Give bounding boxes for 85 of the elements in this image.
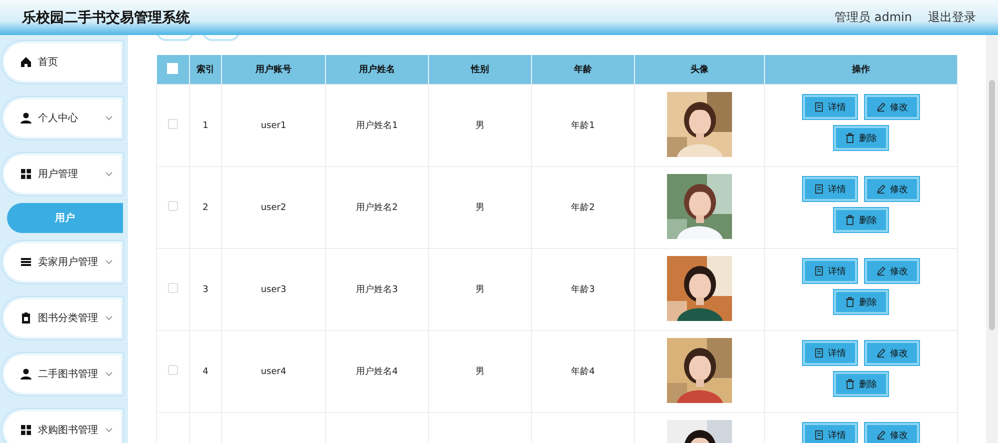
document-icon (814, 102, 824, 112)
menu-label: 图书分类管理 (38, 312, 99, 325)
name-cell: 用户姓名4 (356, 367, 398, 377)
edit-button[interactable]: 修改 (865, 177, 919, 201)
admin-label: 管理员 admin (834, 9, 912, 26)
pencil-icon (876, 430, 886, 440)
user-icon (20, 368, 32, 380)
menu-item[interactable]: 首页 (2, 41, 123, 83)
account-cell: user4 (260, 366, 286, 376)
trash-icon (845, 133, 855, 143)
name-cell: 用户姓名2 (356, 203, 398, 213)
document-icon (814, 430, 824, 440)
menu-item[interactable]: 求购图书管理 (2, 409, 123, 443)
select-all-checkbox[interactable] (167, 62, 178, 74)
detail-button[interactable]: 详情 (803, 341, 857, 365)
column-header: 性别 (428, 55, 532, 84)
column-header: 年龄 (532, 55, 634, 84)
gender-cell: 男 (476, 121, 484, 131)
menu-label: 用户管理 (38, 168, 79, 181)
menu-item[interactable]: 二手图书管理 (2, 353, 123, 395)
document-icon (814, 266, 824, 276)
age-cell: 年龄1 (571, 121, 595, 131)
index-cell: 2 (202, 202, 208, 212)
account-cell: user3 (260, 284, 286, 294)
age-cell: 年龄3 (571, 285, 595, 295)
name-cell: 用户姓名1 (356, 121, 398, 131)
menu-item[interactable]: 用户管理 (2, 153, 123, 195)
delete-button[interactable]: 删除 (834, 126, 888, 150)
app-title: 乐校园二手书交易管理系统 (22, 8, 191, 26)
menu-label: 二手图书管理 (38, 368, 99, 381)
menu-label: 卖家用户管理 (38, 256, 99, 269)
grid-icon (20, 168, 32, 180)
detail-button[interactable]: 详情 (803, 423, 857, 443)
menu-item[interactable]: 卖家用户管理 (2, 241, 123, 283)
home-icon (20, 56, 32, 68)
list-icon (20, 256, 32, 268)
menu-item[interactable]: 个人中心 (2, 97, 123, 139)
trash-icon (845, 379, 855, 389)
pencil-icon (876, 348, 886, 358)
menu-item[interactable]: 图书分类管理 (2, 297, 123, 339)
pencil-icon (876, 184, 886, 194)
row-checkbox[interactable] (168, 365, 178, 375)
pencil-icon (876, 102, 886, 112)
pencil-icon (876, 266, 886, 276)
user-icon (20, 112, 32, 124)
row-checkbox[interactable] (168, 201, 178, 211)
index-cell: 3 (202, 284, 208, 294)
menu-label: 首页 (38, 56, 59, 69)
column-header: 索引 (190, 55, 222, 84)
delete-button[interactable]: 删除 (834, 208, 888, 232)
menu-label: 求购图书管理 (38, 424, 99, 437)
logout-link[interactable]: 退出登录 (928, 9, 976, 26)
row-checkbox[interactable] (168, 283, 178, 293)
column-header: 头像 (634, 55, 764, 84)
detail-button[interactable]: 详情 (803, 177, 857, 201)
trash-icon (845, 297, 855, 307)
age-cell: 年龄2 (571, 203, 595, 213)
detail-button[interactable]: 详情 (803, 95, 857, 119)
scrollbar[interactable] (986, 35, 998, 443)
index-cell: 1 (202, 120, 208, 130)
row-checkbox[interactable] (168, 119, 178, 129)
account-cell: user1 (260, 120, 286, 130)
delete-button[interactable]: 删除 (834, 290, 888, 314)
edit-button[interactable]: 修改 (865, 341, 919, 365)
account-cell: user2 (260, 202, 286, 212)
gender-cell: 男 (476, 285, 484, 295)
document-icon (814, 348, 824, 358)
detail-button[interactable]: 详情 (803, 259, 857, 283)
gender-cell: 男 (476, 367, 484, 377)
edit-button[interactable]: 修改 (865, 423, 919, 443)
column-header: 操作 (764, 55, 958, 84)
document-icon (814, 184, 824, 194)
column-header: 用户姓名 (326, 55, 428, 84)
edit-button[interactable]: 修改 (865, 95, 919, 119)
menu-label: 个人中心 (38, 112, 79, 125)
clipboard-icon (20, 312, 32, 324)
gender-cell: 男 (476, 203, 484, 213)
delete-button[interactable]: 删除 (834, 372, 888, 396)
age-cell: 年龄4 (571, 367, 595, 377)
edit-button[interactable]: 修改 (865, 259, 919, 283)
name-cell: 用户姓名3 (356, 285, 398, 295)
index-cell: 4 (202, 366, 208, 376)
column-header: 用户账号 (222, 55, 326, 84)
grid-icon (20, 424, 32, 436)
trash-icon (845, 215, 855, 225)
